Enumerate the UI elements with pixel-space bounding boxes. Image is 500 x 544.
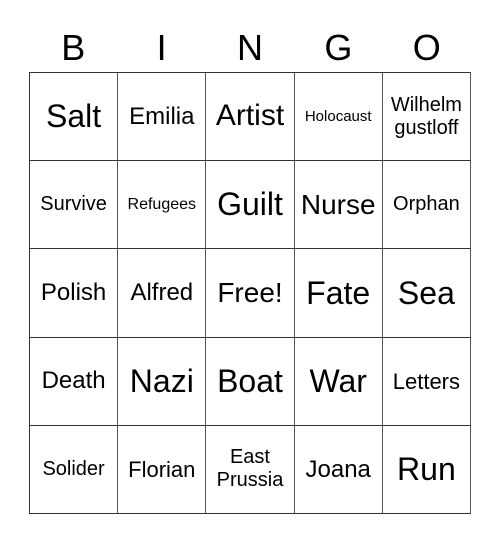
bingo-cell[interactable]: Sea bbox=[382, 249, 471, 338]
bingo-cell[interactable]: Nurse bbox=[294, 161, 383, 250]
bingo-cell[interactable]: Nazi bbox=[118, 337, 207, 426]
free-space-cell[interactable]: Free! bbox=[206, 249, 295, 338]
bingo-cell[interactable]: Emilia bbox=[118, 73, 207, 162]
bingo-header: B I N G O bbox=[29, 24, 471, 72]
bingo-cell[interactable]: Run bbox=[382, 425, 471, 514]
bingo-cell[interactable]: Boat bbox=[206, 337, 295, 426]
header-letter-o: O bbox=[412, 27, 441, 68]
bingo-cell[interactable]: Orphan bbox=[382, 161, 471, 250]
bingo-cell[interactable]: Fate bbox=[294, 249, 383, 338]
bingo-cell[interactable]: Holocaust bbox=[294, 73, 383, 162]
bingo-cell[interactable]: Artist bbox=[206, 73, 295, 162]
bingo-cell[interactable]: Joana bbox=[294, 425, 383, 514]
bingo-card: Salt Emilia Artist Holocaust Wilhelm gus… bbox=[29, 72, 471, 514]
bingo-cell[interactable]: Florian bbox=[118, 425, 207, 514]
bingo-cell[interactable]: War bbox=[294, 337, 383, 426]
header-letter-i: I bbox=[156, 27, 167, 68]
bingo-cell[interactable]: Survive bbox=[30, 161, 119, 250]
bingo-cell[interactable]: Polish bbox=[30, 249, 119, 338]
bingo-cell[interactable]: Salt bbox=[30, 73, 119, 162]
bingo-cell[interactable]: Letters bbox=[382, 337, 471, 426]
bingo-cell[interactable]: East Prussia bbox=[206, 425, 295, 514]
header-letter-g: G bbox=[324, 27, 353, 68]
header-letter-n: N bbox=[236, 27, 263, 68]
bingo-cell[interactable]: Refugees bbox=[118, 161, 207, 250]
bingo-cell[interactable]: Solider bbox=[30, 425, 119, 514]
bingo-cell[interactable]: Alfred bbox=[118, 249, 207, 338]
bingo-cell[interactable]: Wilhelm gustloff bbox=[382, 73, 471, 162]
header-letter-b: B bbox=[61, 27, 86, 68]
bingo-cell[interactable]: Death bbox=[30, 337, 119, 426]
bingo-cell[interactable]: Guilt bbox=[206, 161, 295, 250]
